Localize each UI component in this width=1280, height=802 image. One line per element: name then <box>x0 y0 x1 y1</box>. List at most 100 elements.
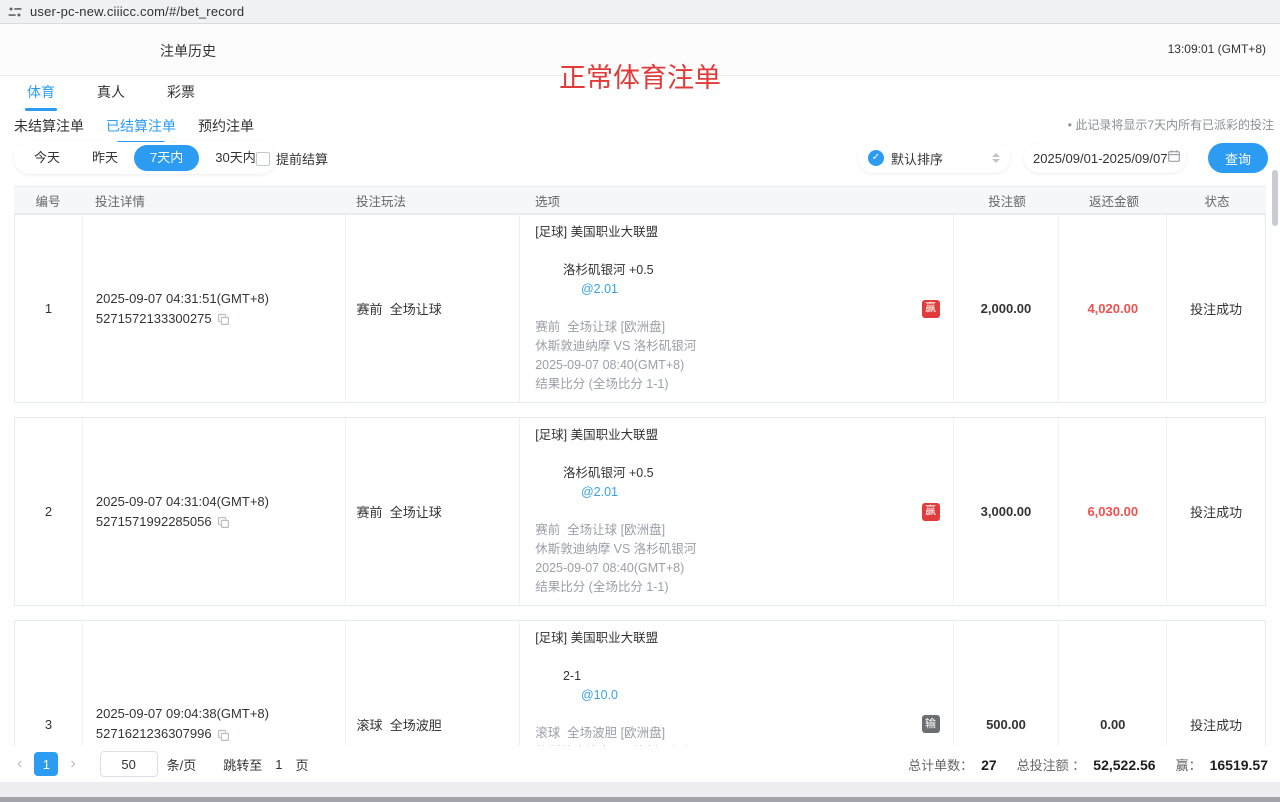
pagination-bar: ‹ 1 › 条/页 跳转至 1 页 总计单数： 27 总投注额 ： 52,522… <box>0 748 1280 780</box>
tab-lottery[interactable]: 彩票 <box>167 82 195 111</box>
page-size-input[interactable] <box>100 751 158 777</box>
bet-stake: 2,000.00 <box>954 215 1060 402</box>
header-play: 投注玩法 <box>346 191 520 210</box>
bet-status: 投注成功 <box>1167 621 1265 746</box>
copy-icon[interactable] <box>217 312 230 325</box>
sort-select-value: 默认排序 <box>891 149 992 168</box>
tab-sports[interactable]: 体育 <box>27 82 55 111</box>
calendar-icon <box>1167 149 1181 168</box>
checkbox-icon[interactable] <box>256 152 270 166</box>
date-range-segment: 今天 昨天 7天内 30天内 <box>14 142 276 174</box>
result-badge: 赢 <box>922 300 940 318</box>
subtab-unsettled[interactable]: 未结算注单 <box>14 116 84 144</box>
copy-icon[interactable] <box>217 515 230 528</box>
option-selection: 2-1 <box>563 669 581 683</box>
url-text[interactable]: user-pc-new.ciiicc.com/#/bet_record <box>30 4 244 19</box>
bet-detail-cell: 2025-09-07 04:31:51(GMT+8) 5271572133300… <box>83 215 347 402</box>
total-stake-label: 总投注额 ： <box>1017 755 1086 774</box>
total-win-label: 赢： <box>1176 755 1202 774</box>
copy-icon[interactable] <box>217 728 230 741</box>
url-tune-icon[interactable] <box>8 5 22 19</box>
bet-status: 投注成功 <box>1167 215 1265 402</box>
option-meta-line: 滚球 全场波胆 [欧洲盘] <box>535 724 912 743</box>
table-row: 1 2025-09-07 04:31:51(GMT+8) 52715721333… <box>14 214 1266 403</box>
bet-play: 赛前 全场让球 <box>346 418 520 605</box>
table-body: 1 2025-09-07 04:31:51(GMT+8) 52715721333… <box>14 214 1266 746</box>
sub-tabs: 未结算注单 已结算注单 预约注单 <box>14 116 254 144</box>
option-meta-line: 休斯敦迪纳摩 VS 洛杉矶银河 <box>535 540 912 559</box>
per-page-label: 条/页 <box>167 755 197 774</box>
option-meta-line: 2025-09-07 08:40(GMT+8) <box>535 356 912 375</box>
vertical-scrollbar[interactable] <box>1272 170 1278 226</box>
filter-bar: 今天 昨天 7天内 30天内 提前结算 ✓ 默认排序 2025/09/01-20… <box>0 142 1280 176</box>
bet-id: 5271621236307996 <box>96 724 212 744</box>
option-meta-line: 2025-09-07 08:40(GMT+8) <box>535 559 912 578</box>
bet-payout: 0.00 <box>1059 621 1167 746</box>
bet-stake: 500.00 <box>954 621 1060 746</box>
bet-option-cell: [足球] 美国职业大联盟 2-1 @10.0 滚球 全场波胆 [欧洲盘]休斯敦迪… <box>520 621 953 746</box>
total-win-value: 16519.57 <box>1210 757 1268 773</box>
range-today[interactable]: 今天 <box>18 145 76 171</box>
bet-status: 投注成功 <box>1167 418 1265 605</box>
annotation-title: 正常体育注单 <box>559 56 721 95</box>
bet-payout: 4,020.00 <box>1059 215 1167 402</box>
bet-option-cell: [足球] 美国职业大联盟 洛杉矶银河 +0.5 @2.01 赛前 全场让球 [欧… <box>520 418 953 605</box>
bet-play: 滚球 全场波胆 <box>346 621 520 746</box>
date-range-value: 2025/09/01-2025/09/07 <box>1033 151 1167 166</box>
option-league: [足球] 美国职业大联盟 <box>535 223 912 242</box>
checkbox-label[interactable]: 提前结算 <box>276 149 328 168</box>
bet-number: 1 <box>15 215 83 402</box>
check-circle-icon: ✓ <box>868 150 884 166</box>
next-page-icon[interactable]: › <box>67 755 78 773</box>
option-meta-line: 赛前 全场让球 [欧洲盘] <box>535 521 912 540</box>
range-7days[interactable]: 7天内 <box>134 145 199 171</box>
option-league: [足球] 美国职业大联盟 <box>535 426 912 445</box>
bet-time: 2025-09-07 09:04:38(GMT+8) <box>96 704 346 724</box>
date-range-input[interactable]: 2025/09/01-2025/09/07 <box>1024 143 1186 173</box>
table-header: 编号 投注详情 投注玩法 选项 投注额 返还金额 状态 <box>14 186 1266 214</box>
prev-page-icon[interactable]: ‹ <box>14 755 25 773</box>
bottom-strip <box>0 782 1280 797</box>
table-row: 2 2025-09-07 04:31:04(GMT+8) 52715719922… <box>14 417 1266 606</box>
page-unit-label: 页 <box>296 755 309 774</box>
option-odds: @2.01 <box>581 282 618 296</box>
bet-time: 2025-09-07 04:31:51(GMT+8) <box>96 289 346 309</box>
bet-play: 赛前 全场让球 <box>346 215 520 402</box>
jump-label: 跳转至 <box>223 755 262 774</box>
total-count-label: 总计单数： <box>908 755 973 774</box>
subtab-reserved[interactable]: 预约注单 <box>198 116 254 144</box>
page-title: 注单历史 <box>160 41 216 61</box>
option-league: [足球] 美国职业大联盟 <box>535 629 912 648</box>
header-stake: 投注额 <box>954 191 1060 210</box>
bet-option-cell: [足球] 美国职业大联盟 洛杉矶银河 +0.5 @2.01 赛前 全场让球 [欧… <box>520 215 953 402</box>
option-meta-line: 结果比分 (全场比分 1-1) <box>535 375 912 394</box>
result-badge: 赢 <box>922 503 940 521</box>
table-row: 3 2025-09-07 09:04:38(GMT+8) 52716212363… <box>14 620 1266 746</box>
option-meta-line: 赛前 全场让球 [欧洲盘] <box>535 318 912 337</box>
page-number-button[interactable]: 1 <box>34 752 58 776</box>
early-settle-checkbox-group[interactable]: 提前结算 <box>256 149 328 168</box>
total-count-value: 27 <box>981 757 997 773</box>
range-yesterday[interactable]: 昨天 <box>76 145 134 171</box>
bet-id: 5271571992285056 <box>96 512 212 532</box>
option-meta-line: 休斯敦迪纳摩 VS 洛杉矶银河 <box>535 337 912 356</box>
main-tabs: 体育 真人 彩票 <box>27 82 195 111</box>
total-stake-value: 52,522.56 <box>1093 757 1155 773</box>
bet-detail-cell: 2025-09-07 04:31:04(GMT+8) 5271571992285… <box>83 418 347 605</box>
query-button[interactable]: 查询 <box>1208 143 1268 173</box>
subtab-settled[interactable]: 已结算注单 <box>106 116 176 144</box>
option-selection: 洛杉矶银河 +0.5 <box>563 466 654 480</box>
sort-select[interactable]: ✓ 默认排序 <box>858 143 1010 173</box>
header-option: 选项 <box>520 191 954 210</box>
bet-stake: 3,000.00 <box>954 418 1060 605</box>
header-detail: 投注详情 <box>82 191 346 210</box>
tab-live[interactable]: 真人 <box>97 82 125 111</box>
header-status: 状态 <box>1168 191 1266 210</box>
bet-id: 5271572133300275 <box>96 309 212 329</box>
jump-page-value[interactable]: 1 <box>271 757 286 772</box>
browser-address-bar[interactable]: user-pc-new.ciiicc.com/#/bet_record <box>0 0 1280 24</box>
bet-detail-cell: 2025-09-07 09:04:38(GMT+8) 5271621236307… <box>83 621 347 746</box>
result-badge: 输 <box>922 715 940 733</box>
record-note: • 此记录将显示7天内所有已派彩的投注 <box>1068 116 1274 133</box>
option-odds: @2.01 <box>581 485 618 499</box>
